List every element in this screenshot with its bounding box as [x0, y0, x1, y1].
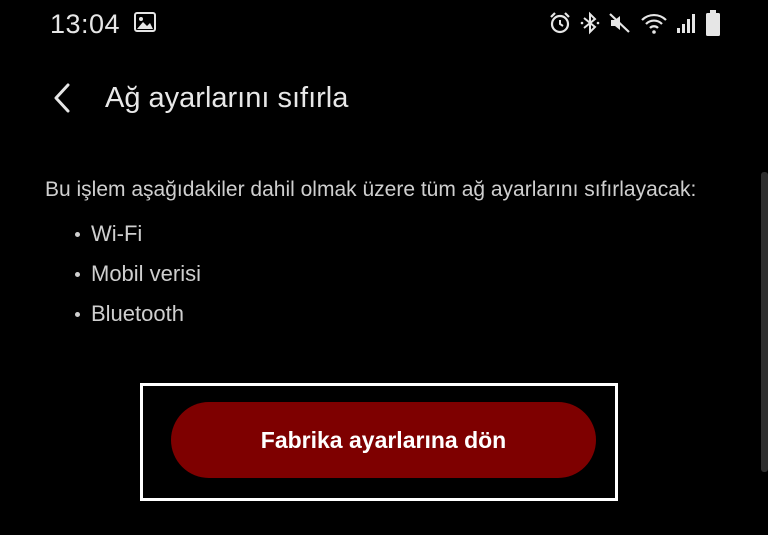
wifi-icon — [640, 11, 668, 35]
content: Bu işlem aşağıdakiler dahil olmak üzere … — [45, 172, 725, 334]
header: Ağ ayarlarını sıfırla — [0, 70, 768, 130]
status-bar: 13:04 — [0, 0, 768, 48]
back-button[interactable] — [40, 78, 84, 122]
gallery-icon — [134, 12, 156, 32]
list-item: Wi-Fi — [73, 214, 725, 254]
list-item: Bluetooth — [73, 294, 725, 334]
chevron-left-icon — [51, 82, 73, 119]
bullet-list: Wi-Fi Mobil verisi Bluetooth — [45, 214, 725, 334]
alarm-icon — [548, 11, 572, 35]
reset-network-button[interactable]: Fabrika ayarlarına dön — [171, 402, 596, 478]
page-title: Ağ ayarlarını sıfırla — [105, 82, 349, 114]
mute-icon — [608, 11, 632, 35]
status-icons — [548, 10, 720, 36]
status-clock: 13:04 — [50, 9, 121, 39]
description-text: Bu işlem aşağıdakiler dahil olmak üzere … — [45, 178, 697, 201]
list-item: Mobil verisi — [73, 254, 725, 294]
scrollbar[interactable] — [761, 172, 768, 472]
signal-icon — [676, 11, 698, 35]
bluetooth-icon — [580, 11, 600, 35]
battery-icon — [706, 10, 720, 36]
